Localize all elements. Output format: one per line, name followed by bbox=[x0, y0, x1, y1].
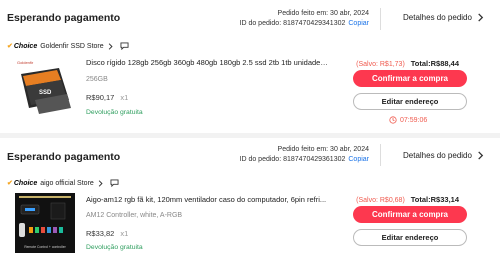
order-totals: (Salvo: R$0,68) Total:R$33,14 bbox=[356, 195, 459, 204]
product-price: R$33,82 bbox=[86, 229, 115, 238]
chat-icon[interactable] bbox=[110, 179, 119, 187]
copy-link[interactable]: Copiar bbox=[348, 20, 369, 27]
product-price-row: R$33,82 x1 bbox=[86, 229, 128, 238]
order-id: ID do pedido: 8187470429361302 bbox=[239, 156, 346, 163]
ssd-image: Goldenfir SSD bbox=[15, 58, 75, 118]
check-icon: ✔ bbox=[7, 43, 13, 50]
payment-timer: 07:59:06 bbox=[389, 116, 427, 124]
edit-address-button[interactable]: Editar endereço bbox=[353, 93, 467, 110]
order-details-label: Detalhes do pedido bbox=[403, 13, 472, 22]
product-title[interactable]: Disco rígido 128gb 256gb 360gb 480gb 180… bbox=[86, 58, 331, 67]
timer-value: 07:59:06 bbox=[400, 116, 428, 124]
chat-icon[interactable] bbox=[120, 42, 129, 50]
order-meta: Pedido feito em: 30 abr, 2024 ID do pedi… bbox=[240, 145, 370, 165]
order-card-2: Esperando pagamento Pedido feito em: 30 … bbox=[0, 138, 500, 270]
store-name: Goldenfir SSD Store bbox=[40, 42, 104, 50]
order-id: ID do pedido: 8187470429341302 bbox=[239, 20, 346, 27]
chevron-right-icon bbox=[478, 13, 484, 22]
order-totals: (Salvo: R$1,73) Total:R$88,44 bbox=[356, 59, 459, 68]
order-details-link[interactable]: Detalhes do pedido bbox=[403, 151, 485, 160]
check-icon: ✔ bbox=[7, 180, 13, 187]
clock-icon bbox=[389, 116, 397, 124]
svg-text:Goldenfir: Goldenfir bbox=[17, 60, 34, 65]
order-date: Pedido feito em: 30 abr, 2024 bbox=[277, 10, 369, 17]
order-meta: Pedido feito em: 30 abr, 2024 ID do pedi… bbox=[240, 9, 370, 29]
order-total: Total:R$33,14 bbox=[410, 195, 459, 204]
saved-amount: (Salvo: R$1,73) bbox=[356, 61, 405, 68]
free-return: Devolução gratuita bbox=[86, 244, 143, 251]
product-variant: AM12 Controller, white, A-RGB bbox=[86, 212, 183, 219]
store-row[interactable]: ✔ Choice Goldenfir SSD Store bbox=[7, 42, 129, 50]
fan-kit-image: Remote Control + controller bbox=[15, 193, 75, 253]
chevron-right-icon bbox=[98, 179, 103, 187]
edit-address-button[interactable]: Editar endereço bbox=[353, 229, 467, 246]
copy-link[interactable]: Copiar bbox=[348, 156, 369, 163]
chevron-right-icon bbox=[478, 151, 484, 160]
product-variant: 256GB bbox=[86, 76, 108, 83]
choice-badge: ✔ Choice bbox=[7, 42, 38, 51]
saved-amount: (Salvo: R$0,68) bbox=[356, 197, 405, 204]
product-qty: x1 bbox=[120, 93, 129, 102]
product-image[interactable]: Remote Control + controller bbox=[15, 193, 75, 253]
confirm-purchase-button[interactable]: Confirmar a compra bbox=[353, 206, 467, 223]
header-divider bbox=[380, 144, 381, 166]
product-title[interactable]: Aigo-am12 rgb fã kit, 120mm ventilador c… bbox=[86, 195, 331, 204]
product-image[interactable]: Goldenfir SSD bbox=[15, 58, 75, 118]
store-row[interactable]: ✔ Choice aigo official Store bbox=[7, 179, 119, 187]
svg-text:Remote Control + controller: Remote Control + controller bbox=[24, 245, 66, 249]
order-details-label: Detalhes do pedido bbox=[403, 151, 472, 160]
free-return: Devolução gratuita bbox=[86, 109, 143, 116]
order-total: Total:R$88,44 bbox=[410, 59, 459, 68]
order-status: Esperando pagamento bbox=[7, 151, 121, 163]
chevron-right-icon bbox=[108, 42, 113, 50]
store-name: aigo official Store bbox=[40, 179, 94, 187]
product-qty: x1 bbox=[120, 229, 129, 238]
header-divider bbox=[380, 8, 381, 30]
svg-text:SSD: SSD bbox=[39, 90, 52, 96]
order-details-link[interactable]: Detalhes do pedido bbox=[403, 13, 485, 22]
choice-badge: ✔ Choice bbox=[7, 179, 38, 188]
order-date: Pedido feito em: 30 abr, 2024 bbox=[277, 146, 369, 153]
product-price-row: R$90,17 x1 bbox=[86, 93, 128, 102]
confirm-purchase-button[interactable]: Confirmar a compra bbox=[353, 70, 467, 87]
product-price: R$90,17 bbox=[86, 93, 115, 102]
order-status: Esperando pagamento bbox=[7, 12, 121, 24]
order-card-1: Esperando pagamento Pedido feito em: 30 … bbox=[0, 0, 500, 133]
